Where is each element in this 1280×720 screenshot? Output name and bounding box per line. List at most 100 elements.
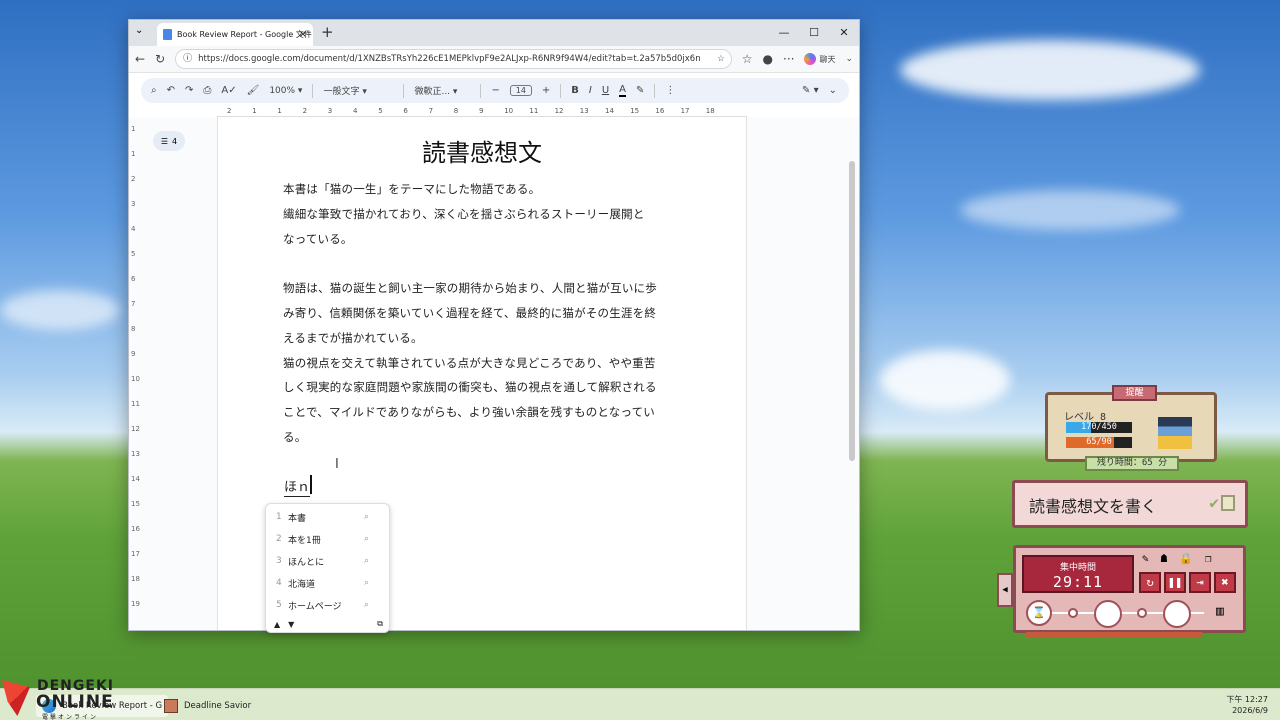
zoom-select[interactable]: 100% ▾ xyxy=(269,86,302,96)
ruler-label: 13 xyxy=(131,450,140,458)
ime-candidate[interactable]: 2 本を1冊 ⌕ xyxy=(266,528,389,550)
more-icon[interactable]: ··· xyxy=(783,52,794,66)
scrollbar[interactable] xyxy=(849,161,855,461)
page-down-icon[interactable]: ▼ xyxy=(288,620,294,629)
highlight-icon[interactable]: ✎ xyxy=(636,85,644,96)
favorite-star-icon[interactable]: ☆ xyxy=(717,50,725,68)
session-circle xyxy=(1094,600,1122,628)
chevron-down-icon[interactable]: ⌄ xyxy=(845,54,853,64)
checkmark-icon[interactable]: ✔ xyxy=(1209,493,1219,512)
taskbar-item-app[interactable]: Deadline Savior xyxy=(164,695,251,717)
ime-footer: ▲ ▼ ⧉ xyxy=(266,616,389,632)
bold-button[interactable]: B xyxy=(571,85,579,96)
collapse-widget-button[interactable]: ◀ xyxy=(997,573,1013,607)
ime-candidate[interactable]: 1 本書 ⌕ xyxy=(266,506,389,528)
collapse-menu-icon[interactable]: ⌄ xyxy=(829,85,837,96)
address-bar[interactable]: ⓘ https://docs.google.com/document/d/1XN… xyxy=(175,49,732,69)
ruler-label: 4 xyxy=(131,225,136,233)
undo-icon[interactable]: ↶ xyxy=(167,85,175,96)
browser-window: ⌄ Book Review Report - Google 文件 × + — ☐… xyxy=(128,19,860,631)
close-window-button[interactable]: ✕ xyxy=(829,20,859,46)
spellcheck-icon[interactable]: A✓ xyxy=(221,85,236,96)
decrease-font-button[interactable]: − xyxy=(491,85,499,96)
widget-icons: ✎ ☗ 🔒 ❐ xyxy=(1142,552,1212,565)
ime-candidate[interactable]: 4 北海道 ⌕ xyxy=(266,572,389,594)
ruler-label: 3 xyxy=(131,200,136,208)
italic-button[interactable]: I xyxy=(589,85,592,96)
search-icon[interactable]: ⌕ xyxy=(364,556,369,566)
ime-candidate-list: 1 本書 ⌕ 2 本を1冊 ⌕ 3 ほんとに ⌕ 4 北海道 ⌕ 5 ホームページ ⌕ ▲ ▼ ⧉ xyxy=(265,503,390,633)
doc-line: しく現実的な家庭問題や家族間の衝突も、猫の視点を通して解釈される xyxy=(283,380,657,395)
ruler-label: 1 xyxy=(252,107,257,115)
refresh-icon[interactable]: ↻ xyxy=(155,52,165,66)
increase-font-button[interactable]: + xyxy=(542,85,550,96)
task-card[interactable]: 読書感想文を書く ✔ xyxy=(1012,480,1248,528)
profile-icon[interactable]: ● xyxy=(763,52,773,66)
close-tab-icon[interactable]: × xyxy=(299,29,307,40)
browser-tab[interactable]: Book Review Report - Google 文件 × xyxy=(157,23,313,46)
expand-icon[interactable]: ⧉ xyxy=(377,619,383,629)
cloud xyxy=(960,190,1180,230)
restart-button[interactable]: ↻ xyxy=(1139,572,1161,593)
ruler-label: 9 xyxy=(131,350,136,358)
ruler-label: 17 xyxy=(131,550,140,558)
url-text: https://docs.google.com/document/d/1XNZB… xyxy=(198,54,701,64)
redo-icon[interactable]: ↷ xyxy=(185,85,193,96)
docs-toolbar: ⌕ ↶ ↷ ⎙ A✓ 🖌 100% ▾ 一般文字 ▾ 微軟正... ▾ − 14… xyxy=(141,78,849,103)
paint-format-icon[interactable]: 🖌 xyxy=(247,85,260,96)
clock-time: 下午 12:27 xyxy=(1226,695,1268,704)
ruler-label: 8 xyxy=(131,325,136,333)
search-icon[interactable]: ⌕ xyxy=(364,600,369,610)
copilot-icon xyxy=(804,53,817,65)
search-icon[interactable]: ⌕ xyxy=(364,578,369,588)
ime-candidate[interactable]: 5 ホームページ ⌕ xyxy=(266,594,389,616)
ruler-label: 7 xyxy=(131,300,136,308)
skip-button[interactable]: ⇥ xyxy=(1189,572,1211,593)
site-info-icon[interactable]: ⓘ xyxy=(183,50,192,68)
note-icon[interactable] xyxy=(1221,495,1235,511)
search-icon[interactable]: ⌕ xyxy=(151,85,157,96)
ime-candidate[interactable]: 3 ほんとに ⌕ xyxy=(266,550,389,572)
font-select[interactable]: 微軟正... ▾ xyxy=(414,84,470,97)
pause-button[interactable]: ❚❚ xyxy=(1164,572,1186,593)
search-icon[interactable]: ⌕ xyxy=(364,512,369,522)
text-color-button[interactable]: A xyxy=(619,84,626,97)
more-tools-icon[interactable]: ⋮ xyxy=(665,85,675,96)
session-circle xyxy=(1163,600,1191,628)
print-icon[interactable]: ⎙ xyxy=(203,85,211,96)
stop-button[interactable]: ✖ xyxy=(1214,572,1236,593)
xp-value: 170/450 xyxy=(1081,422,1117,432)
page-up-icon[interactable]: ▲ xyxy=(274,620,280,629)
horizontal-ruler: 2 1 1 2 3 4 5 6 7 8 9 10 11 12 13 14 15 16 17 18 xyxy=(217,107,747,117)
ruler-label: 3 xyxy=(327,107,333,115)
favorites-icon[interactable]: ☆ xyxy=(742,52,753,66)
candidate-text: ホームページ xyxy=(288,601,342,612)
editing-mode-icon[interactable]: ✎ ▾ xyxy=(802,85,819,96)
hourglass-icon: ⌛ xyxy=(1026,600,1052,626)
document-area: 1 1 2 3 4 5 6 7 8 9 10 11 12 13 14 15 16 17 18 19 ☰ 4 読書感想文… xyxy=(129,117,859,630)
minimize-button[interactable]: — xyxy=(769,20,799,46)
task-title: 読書感想文を書く xyxy=(1029,497,1158,516)
character-icon[interactable]: ☗ xyxy=(1161,552,1168,565)
copilot-button[interactable]: 聊天 xyxy=(804,53,835,65)
ruler-label: 6 xyxy=(131,275,136,283)
font-size-input[interactable]: 14 xyxy=(509,85,532,96)
system-clock[interactable]: 下午 12:27 2026/6/9 xyxy=(1226,694,1268,716)
lock-icon[interactable]: 🔒 xyxy=(1179,552,1193,565)
underline-button[interactable]: U xyxy=(602,85,609,96)
taskbar: Book Review Report - G Deadline Savior 下… xyxy=(0,688,1280,720)
maximize-button[interactable]: ☐ xyxy=(799,20,829,46)
back-icon[interactable]: ← xyxy=(135,52,145,66)
candidate-number: 4 xyxy=(276,578,282,588)
new-tab-button[interactable]: + xyxy=(321,23,334,41)
window-icon[interactable]: ❐ xyxy=(1205,552,1212,565)
style-select[interactable]: 一般文字 ▾ xyxy=(323,84,393,97)
outline-button[interactable]: ☰ 4 xyxy=(153,131,185,151)
cloud xyxy=(880,350,1010,410)
stats-icon[interactable]: ▥ xyxy=(1216,604,1224,619)
search-icon[interactable]: ⌕ xyxy=(364,534,369,544)
brush-icon[interactable]: ✎ xyxy=(1142,552,1149,565)
candidate-text: ほんとに xyxy=(288,557,325,568)
tab-list-icon[interactable]: ⌄ xyxy=(135,25,143,36)
window-controls: — ☐ ✕ xyxy=(769,20,859,46)
